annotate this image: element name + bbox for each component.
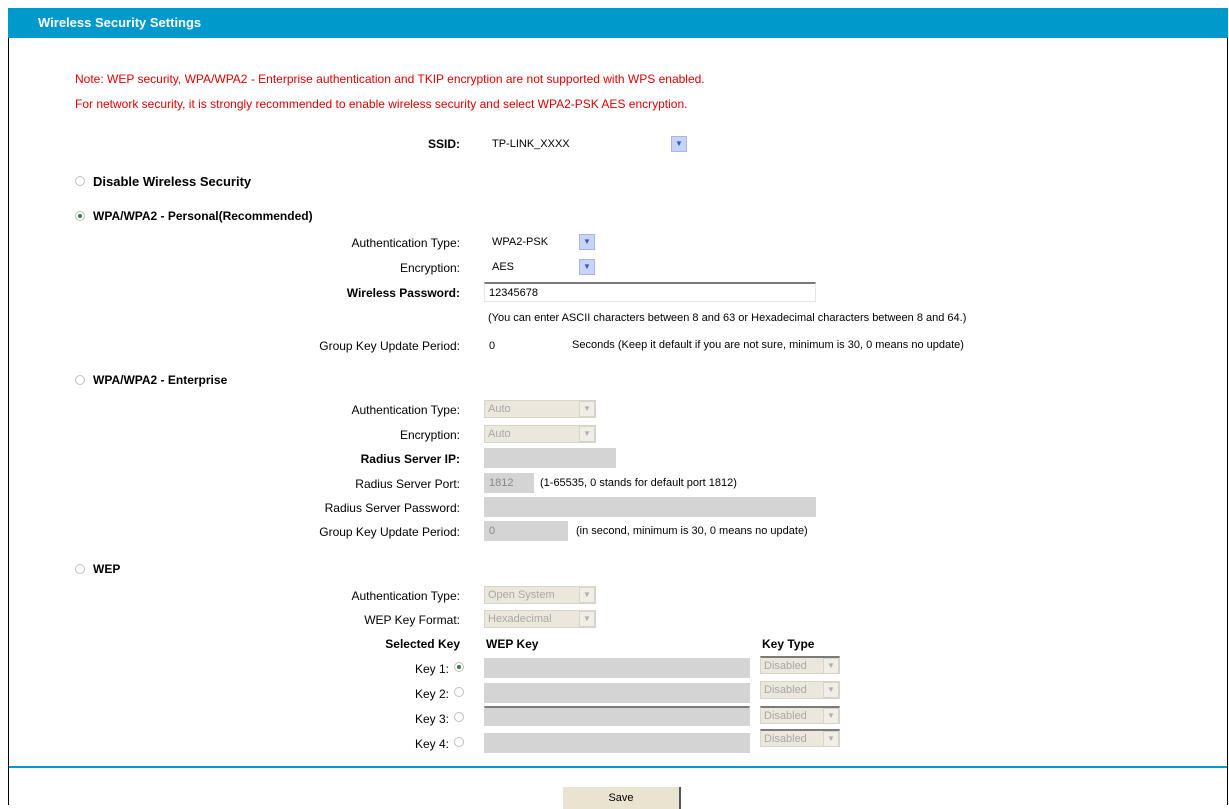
psk-group-key-input[interactable]: 0: [484, 336, 564, 356]
radius-port-label: Radius Server Port:: [355, 477, 460, 491]
wep-key2-input[interactable]: [484, 683, 750, 703]
radius-ip-label: Radius Server IP:: [360, 452, 460, 466]
psk-password-hint: (You can enter ASCII characters between …: [488, 312, 967, 324]
chevron-down-icon: ▼: [579, 587, 595, 603]
ent-encryption-select[interactable]: Auto ▼: [484, 425, 596, 443]
wep-key2-type-select[interactable]: Disabled ▼: [760, 681, 840, 699]
psk-encryption-label: Encryption:: [399, 261, 460, 275]
wpa-personal-label: WPA/WPA2 - Personal(Recommended): [93, 209, 313, 223]
psk-group-key-label: Group Key Update Period:: [319, 339, 460, 353]
radius-port-input[interactable]: 1812: [484, 473, 534, 493]
wep-format-label: WEP Key Format:: [364, 613, 460, 627]
radius-password-input[interactable]: [484, 497, 816, 517]
wep-key4-label: Key 4:: [414, 737, 449, 751]
disable-security-label: Disable Wireless Security: [93, 174, 252, 189]
psk-password-input[interactable]: 12345678: [484, 282, 816, 302]
psk-encryption-select[interactable]: AES ▼: [488, 258, 596, 276]
psk-group-key-value: 0: [489, 340, 496, 352]
psk-auth-value: WPA2-PSK: [492, 236, 549, 248]
ent-group-key-input[interactable]: 0: [484, 521, 568, 541]
wep-key2-type-value: Disabled: [764, 684, 807, 696]
wep-key3-input[interactable]: [484, 706, 750, 726]
note-wps: Note: WEP security, WPA/WPA2 - Enterpris…: [75, 72, 705, 86]
radius-port-value: 1812: [489, 477, 514, 489]
wep-key3-type-select[interactable]: Disabled ▼: [760, 706, 840, 724]
chevron-down-icon: ▼: [579, 426, 595, 442]
psk-auth-label: Authentication Type:: [351, 236, 460, 250]
wep-key-type-header: Key Type: [762, 637, 815, 651]
chevron-down-icon: ▼: [823, 708, 839, 724]
chevron-down-icon: ▼: [579, 234, 595, 250]
wep-key3-type-value: Disabled: [764, 710, 807, 722]
wep-key4-type-select[interactable]: Disabled ▼: [760, 729, 840, 747]
wep-key1-type-select[interactable]: Disabled ▼: [760, 656, 840, 674]
psk-auth-select[interactable]: WPA2-PSK ▼: [488, 233, 596, 251]
wep-key3-label: Key 3:: [414, 712, 449, 726]
wep-auth-select[interactable]: Open System ▼: [484, 586, 596, 604]
wep-key1-type-value: Disabled: [764, 660, 807, 672]
psk-group-key-hint: Seconds (Keep it default if you are not …: [572, 339, 964, 351]
ent-auth-value: Auto: [488, 403, 511, 415]
wep-auth-value: Open System: [488, 589, 555, 601]
note-recommend: For network security, it is strongly rec…: [75, 97, 688, 111]
wep-key1-input[interactable]: [484, 658, 750, 678]
chevron-down-icon: ▼: [823, 658, 839, 674]
ent-group-key-value: 0: [489, 525, 496, 537]
wep-selected-key-header: Selected Key: [385, 637, 460, 651]
radio-wep[interactable]: [75, 564, 85, 574]
radio-disable-security[interactable]: [75, 176, 85, 186]
ent-encryption-label: Encryption:: [399, 428, 460, 442]
radius-password-label: Radius Server Password:: [324, 501, 460, 515]
ssid-label: SSID:: [427, 137, 460, 151]
chevron-down-icon: ▼: [579, 259, 595, 275]
chevron-down-icon: ▼: [579, 611, 595, 627]
page-title: Wireless Security Settings: [8, 8, 1228, 38]
chevron-down-icon: ▼: [671, 136, 687, 152]
radius-port-hint: (1-65535, 0 stands for default port 1812…: [540, 477, 737, 489]
radio-wpa-enterprise[interactable]: [75, 375, 85, 385]
wep-format-value: Hexadecimal: [488, 613, 552, 625]
chevron-down-icon: ▼: [823, 682, 839, 698]
wep-key1-radio[interactable]: [454, 662, 464, 672]
psk-encryption-value: AES: [492, 261, 515, 273]
ent-auth-select[interactable]: Auto ▼: [484, 400, 596, 418]
ent-encryption-value: Auto: [488, 428, 511, 440]
ssid-select[interactable]: TP-LINK_XXXX ▼: [488, 135, 688, 153]
ent-auth-label: Authentication Type:: [351, 403, 460, 417]
wep-key4-input[interactable]: [484, 733, 750, 753]
wep-key3-radio[interactable]: [454, 712, 464, 722]
chevron-down-icon: ▼: [579, 401, 595, 417]
wep-key2-label: Key 2:: [414, 687, 449, 701]
wep-key4-type-value: Disabled: [764, 733, 807, 745]
psk-password-value: 12345678: [489, 287, 538, 299]
wep-label: WEP: [93, 562, 121, 576]
wep-key2-radio[interactable]: [454, 687, 464, 697]
psk-password-label: Wireless Password:: [346, 286, 460, 300]
save-button[interactable]: Save: [563, 787, 681, 809]
ent-group-key-label: Group Key Update Period:: [319, 525, 460, 539]
chevron-down-icon: ▼: [823, 731, 839, 747]
wpa-enterprise-label: WPA/WPA2 - Enterprise: [93, 373, 228, 387]
ent-group-key-hint: (in second, minimum is 30, 0 means no up…: [576, 525, 808, 537]
wep-key4-radio[interactable]: [454, 737, 464, 747]
wep-key-header: WEP Key: [486, 637, 539, 651]
footer-divider: [9, 766, 1227, 768]
ssid-value: TP-LINK_XXXX: [492, 138, 570, 150]
wep-key1-label: Key 1:: [414, 662, 449, 676]
radius-ip-input[interactable]: [484, 448, 616, 468]
wep-auth-label: Authentication Type:: [351, 589, 460, 603]
wep-format-select[interactable]: Hexadecimal ▼: [484, 610, 596, 628]
radio-wpa-personal[interactable]: [75, 211, 85, 221]
